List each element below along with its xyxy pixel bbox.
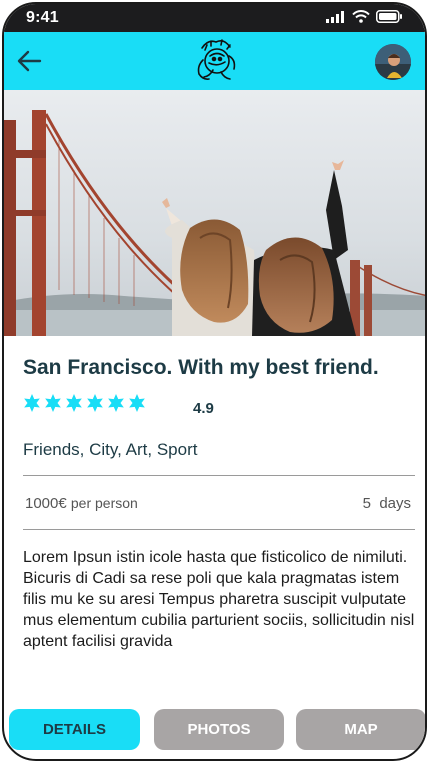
star-icon bbox=[129, 394, 145, 412]
travel-logo-icon bbox=[197, 39, 236, 80]
price-unit: per person bbox=[70, 495, 138, 511]
signal-icon bbox=[326, 10, 344, 23]
trip-duration: 5 days bbox=[363, 495, 411, 512]
map-tab-button[interactable]: MAP bbox=[296, 709, 425, 750]
details-tab-button[interactable]: DETAILS bbox=[9, 709, 140, 750]
phone-frame: 9:41 San Francisco. With my best friend.… bbox=[2, 2, 427, 761]
star-icon bbox=[24, 394, 40, 412]
status-bar: 9:41 bbox=[4, 4, 425, 32]
divider-bottom bbox=[23, 529, 415, 530]
status-icons bbox=[326, 10, 403, 23]
photos-tab-button[interactable]: PHOTOS bbox=[154, 709, 284, 750]
arrow-left-icon[interactable] bbox=[16, 49, 42, 73]
app-bar bbox=[4, 32, 425, 90]
divider-top bbox=[23, 475, 415, 476]
battery-icon bbox=[376, 10, 402, 23]
friends-golden-gate-photo bbox=[4, 90, 425, 336]
avatar[interactable] bbox=[375, 44, 411, 80]
star-icon bbox=[87, 394, 103, 412]
price-info: 1000€ per person bbox=[25, 495, 138, 512]
wifi-icon bbox=[352, 10, 370, 23]
price-amount: 1000€ bbox=[25, 495, 67, 512]
star-icon bbox=[45, 394, 61, 412]
star-rating bbox=[23, 394, 146, 412]
duration-value: 5 bbox=[362, 495, 371, 512]
trip-tags: Friends, City, Art, Sport bbox=[23, 440, 198, 459]
rating-value: 4.9 bbox=[193, 400, 214, 417]
avatar-image bbox=[375, 44, 411, 80]
status-time: 9:41 bbox=[26, 9, 59, 26]
hero-image bbox=[4, 90, 425, 336]
trip-title: San Francisco. With my best friend. bbox=[23, 356, 379, 379]
star-icon bbox=[66, 394, 82, 412]
duration-unit: days bbox=[379, 495, 411, 512]
star-icon bbox=[108, 394, 124, 412]
trip-description: Lorem Ipsun istin icole hasta que fistic… bbox=[23, 549, 415, 650]
